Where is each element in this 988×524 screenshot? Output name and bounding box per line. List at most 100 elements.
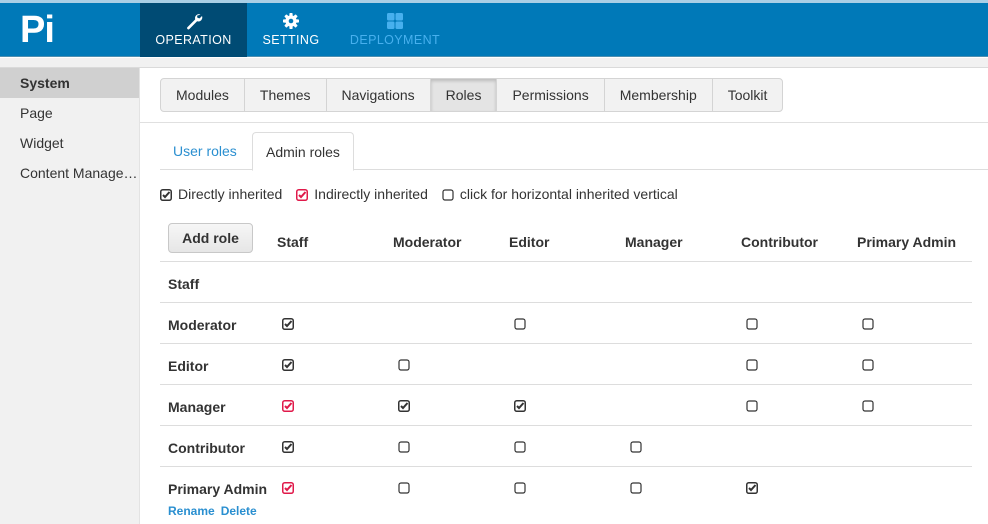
indirect-checked-checkbox-icon[interactable] xyxy=(282,481,294,494)
permission-cell xyxy=(741,384,857,426)
permission-cell xyxy=(393,302,509,344)
permission-cell xyxy=(741,466,857,518)
direct-checked-checkbox-icon[interactable] xyxy=(746,481,758,494)
grid-icon xyxy=(340,3,450,29)
permission-cell xyxy=(741,302,857,344)
direct-checked-checkbox-icon[interactable] xyxy=(398,399,410,412)
role-name: Staff xyxy=(168,275,200,292)
roles-matrix: Staff Moderator Editor Manager Contribut… xyxy=(160,220,972,518)
direct-checked-checkbox-icon[interactable] xyxy=(514,399,526,412)
permission-cell xyxy=(741,425,857,467)
unchecked-checkbox-icon[interactable] xyxy=(514,481,526,494)
nav-operation[interactable]: OPERATION xyxy=(140,3,247,57)
unchecked-checkbox-icon[interactable] xyxy=(398,358,410,371)
permission-cell xyxy=(625,302,741,344)
permission-cell xyxy=(857,261,972,303)
column-header: Editor xyxy=(509,220,625,262)
header-row: Staff Moderator Editor Manager Contribut… xyxy=(160,220,972,262)
indirect-checked-checkbox-icon[interactable] xyxy=(282,399,294,412)
permission-cell xyxy=(277,261,393,303)
unchecked-checkbox-icon[interactable] xyxy=(630,481,642,494)
unchecked-checkbox-icon[interactable] xyxy=(630,440,642,453)
permission-cell xyxy=(509,302,625,344)
column-header: Moderator xyxy=(393,220,509,262)
table-row: Moderator xyxy=(160,302,972,344)
permission-cell xyxy=(277,425,393,467)
role-name-cell: Primary Admin Rename Delete xyxy=(160,466,277,518)
permission-cell xyxy=(857,343,972,385)
rename-link[interactable]: Rename xyxy=(168,504,215,518)
sidebar-item-system[interactable]: System xyxy=(0,68,139,98)
permission-cell xyxy=(393,261,509,303)
sidebar-item-page[interactable]: Page xyxy=(0,98,139,128)
main-content: Modules Themes Navigations Roles Permiss… xyxy=(140,68,988,524)
permission-cell xyxy=(625,466,741,518)
nav-operation-label: OPERATION xyxy=(155,33,232,47)
roles-button[interactable]: Roles xyxy=(430,79,498,111)
table-row: Contributor xyxy=(160,425,972,467)
unchecked-checkbox-icon[interactable] xyxy=(862,399,874,412)
permission-cell xyxy=(393,425,509,467)
permission-cell xyxy=(277,343,393,385)
unchecked-checkbox-icon[interactable] xyxy=(398,440,410,453)
permission-cell xyxy=(393,343,509,385)
table-row: Editor xyxy=(160,343,972,385)
themes-button[interactable]: Themes xyxy=(245,79,327,111)
unchecked-checkbox-icon[interactable] xyxy=(862,317,874,330)
unchecked-checkbox-icon[interactable] xyxy=(746,399,758,412)
table-row: Manager xyxy=(160,384,972,426)
toolkit-button[interactable]: Toolkit xyxy=(713,79,783,111)
permission-cell xyxy=(625,384,741,426)
direct-checked-checkbox-icon[interactable] xyxy=(282,358,294,371)
unchecked-checkbox-icon[interactable] xyxy=(398,481,410,494)
sidebar-item-widget[interactable]: Widget xyxy=(0,128,139,158)
nav-setting-label: SETTING xyxy=(262,33,320,47)
permission-cell xyxy=(857,466,972,518)
sub-header-bar xyxy=(0,58,988,68)
sidebar-item-content-management[interactable]: Content Management xyxy=(0,158,139,188)
top-header: Pi OPERATION SETTING DEPLOYMENT xyxy=(0,3,988,57)
role-name: Manager xyxy=(168,398,226,415)
modules-button[interactable]: Modules xyxy=(161,79,245,111)
column-header: Staff xyxy=(277,220,393,262)
column-header: Manager xyxy=(625,220,741,262)
permission-cell xyxy=(509,261,625,303)
app-logo: Pi xyxy=(20,9,55,51)
navigations-button[interactable]: Navigations xyxy=(327,79,431,111)
column-header: Contributor xyxy=(741,220,857,262)
sidebar: System Page Widget Content Management xyxy=(0,68,140,524)
indirect-check-icon xyxy=(296,188,309,201)
permission-cell xyxy=(393,384,509,426)
tab-admin-roles[interactable]: Admin roles xyxy=(252,132,354,171)
direct-checked-checkbox-icon[interactable] xyxy=(282,317,294,330)
inheritance-legend: Directly inherited Indirectly inherited … xyxy=(160,186,692,202)
legend-toggle-label: click for horizontal inherited vertical xyxy=(459,186,678,202)
role-name: Primary Admin xyxy=(168,480,268,497)
unchecked-checkbox-icon[interactable] xyxy=(514,440,526,453)
permission-cell xyxy=(625,343,741,385)
unchecked-checkbox-icon[interactable] xyxy=(746,358,758,371)
membership-button[interactable]: Membership xyxy=(605,79,713,111)
permission-cell xyxy=(741,261,857,303)
legend-indirect-label: Indirectly inherited xyxy=(314,186,428,202)
empty-checkbox-icon[interactable] xyxy=(442,188,454,201)
permissions-button[interactable]: Permissions xyxy=(497,79,605,111)
tab-user-roles[interactable]: User roles xyxy=(160,132,250,170)
nav-deployment[interactable]: DEPLOYMENT xyxy=(340,3,450,57)
unchecked-checkbox-icon[interactable] xyxy=(514,317,526,330)
nav-setting[interactable]: SETTING xyxy=(247,3,335,57)
legend-direct: Directly inherited xyxy=(160,186,282,202)
unchecked-checkbox-icon[interactable] xyxy=(746,317,758,330)
role-name-cell: Editor xyxy=(160,343,277,385)
legend-indirect: Indirectly inherited xyxy=(296,186,428,202)
table-row: Primary Admin Rename Delete xyxy=(160,466,972,518)
unchecked-checkbox-icon[interactable] xyxy=(862,358,874,371)
delete-link[interactable]: Delete xyxy=(221,504,257,518)
legend-toggle[interactable]: click for horizontal inherited vertical xyxy=(442,186,678,202)
direct-checked-checkbox-icon[interactable] xyxy=(282,440,294,453)
role-name: Editor xyxy=(168,357,209,374)
row-actions: Rename Delete xyxy=(168,504,277,518)
role-name-cell: Contributor xyxy=(160,425,277,467)
add-role-button[interactable]: Add role xyxy=(168,223,253,253)
permission-cell xyxy=(393,466,509,518)
